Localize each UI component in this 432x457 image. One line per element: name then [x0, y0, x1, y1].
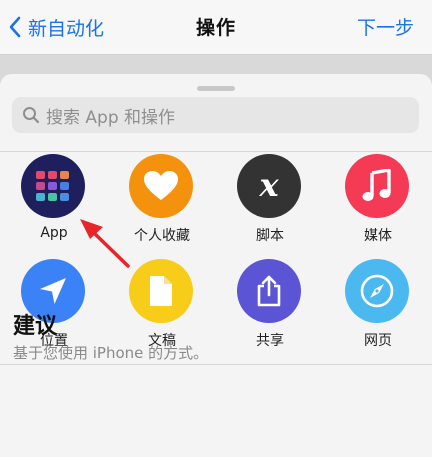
heart-icon: [129, 154, 193, 218]
music-note-icon: [345, 154, 409, 218]
category-scripting[interactable]: x 脚本: [216, 154, 324, 254]
navigation-bar: 新自动化 操作 下一步: [0, 0, 432, 55]
actions-sheet: 搜索 App 和操作 App 个人收藏 x 脚本 媒体 位置 文稿 共享 网页: [0, 74, 432, 457]
search-icon: [23, 107, 40, 124]
share-icon: [237, 259, 301, 323]
next-button[interactable]: 下一步: [357, 13, 414, 40]
svg-text:x: x: [258, 169, 279, 203]
category-media[interactable]: 媒体: [324, 154, 432, 254]
suggestions-subtitle: 基于您使用 iPhone 的方式。: [13, 344, 209, 362]
category-label: 个人收藏: [134, 228, 190, 244]
compass-icon: [345, 259, 409, 323]
divider: [0, 151, 432, 152]
sheet-grabber[interactable]: [197, 86, 235, 91]
category-label: App: [40, 225, 68, 241]
category-label: 共享: [256, 333, 284, 349]
category-sharing[interactable]: 共享: [216, 259, 324, 359]
script-x-icon: x: [237, 154, 301, 218]
suggestions-heading: 建议: [13, 314, 58, 339]
category-web[interactable]: 网页: [324, 259, 432, 359]
search-input[interactable]: 搜索 App 和操作: [12, 97, 419, 133]
category-favorites[interactable]: 个人收藏: [108, 154, 216, 254]
category-label: 网页: [364, 333, 392, 349]
category-app[interactable]: App: [0, 154, 108, 254]
document-icon: [129, 259, 193, 323]
category-label: 媒体: [364, 228, 392, 244]
search-placeholder: 搜索 App 和操作: [46, 107, 176, 128]
category-label: 脚本: [256, 228, 284, 244]
app-grid-icon: [21, 154, 85, 218]
divider: [0, 364, 432, 365]
